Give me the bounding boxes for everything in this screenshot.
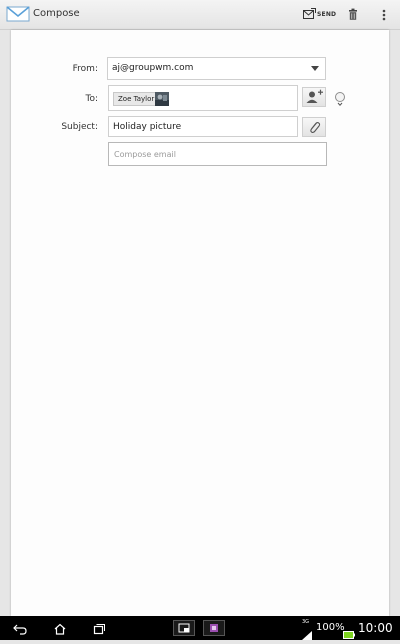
- subject-label: Subject:: [61, 122, 98, 132]
- expand-icon: [337, 102, 343, 106]
- battery-icon: [343, 624, 355, 643]
- from-label: From:: [72, 64, 98, 74]
- send-button[interactable]: SEND: [301, 4, 337, 26]
- trash-icon: [349, 8, 357, 20]
- action-bar: Compose SEND: [0, 0, 400, 30]
- recipient-chip[interactable]: Zoe Taylor: [113, 92, 169, 106]
- back-icon: [13, 624, 27, 635]
- overflow-menu-button[interactable]: [377, 5, 391, 25]
- subject-field[interactable]: Holiday picture: [108, 116, 298, 137]
- system-nav-bar: 3G 100% 10:00: [0, 616, 400, 640]
- from-dropdown[interactable]: aj@groupwm.com: [107, 57, 326, 80]
- send-icon: [303, 8, 316, 19]
- subject-value: Holiday picture: [113, 122, 182, 132]
- dropdown-caret-icon: [311, 66, 319, 71]
- recipient-name: Zoe Taylor: [118, 95, 155, 103]
- small-apps-icon: [173, 620, 195, 636]
- to-label: To:: [85, 94, 98, 104]
- to-field[interactable]: Zoe Taylor: [108, 85, 298, 111]
- home-icon: [54, 623, 66, 635]
- overflow-menu-icon: [382, 9, 386, 21]
- compose-body[interactable]: [108, 142, 327, 166]
- app-thumbnail-icon: [203, 620, 225, 636]
- email-app-icon[interactable]: [6, 5, 30, 23]
- from-value: aj@groupwm.com: [112, 63, 194, 73]
- recent-apps-icon: [93, 624, 105, 635]
- attach-button[interactable]: [302, 117, 326, 137]
- compose-input[interactable]: [109, 143, 326, 165]
- home-button[interactable]: [53, 621, 67, 640]
- battery-percent: 100%: [316, 622, 345, 633]
- send-label: SEND: [317, 11, 337, 18]
- screen-title: Compose: [33, 8, 80, 19]
- attachment-icon: [310, 122, 321, 133]
- expand-recipients-button[interactable]: [335, 92, 345, 106]
- recent-apps-button[interactable]: [92, 621, 106, 640]
- small-apps-button[interactable]: [173, 620, 195, 640]
- app-thumbnail-button[interactable]: [203, 620, 225, 640]
- back-button[interactable]: [12, 621, 28, 640]
- recipient-avatar: [155, 92, 169, 106]
- signal-icon: [302, 625, 312, 644]
- discard-button[interactable]: [345, 5, 361, 25]
- add-contact-icon: [306, 89, 323, 103]
- add-contact-button[interactable]: [302, 87, 326, 107]
- clock: 10:00: [358, 621, 393, 635]
